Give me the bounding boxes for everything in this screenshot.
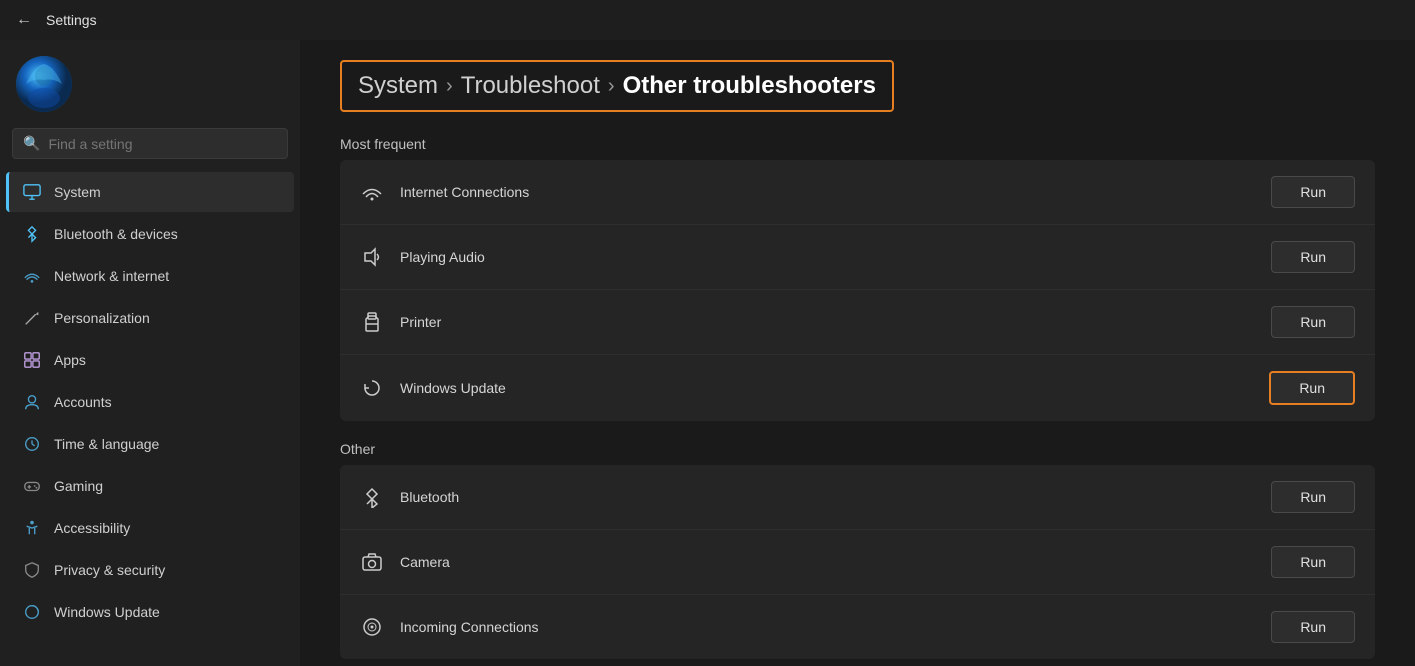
sidebar-item-gaming[interactable]: Gaming [6,466,294,506]
avatar [16,56,72,112]
sidebar-label-system: System [54,184,101,200]
item-label-internet: Internet Connections [400,184,1255,200]
most-frequent-list: Internet Connections Run Playing Audio R… [340,160,1375,421]
troubleshooter-item-audio: Playing Audio Run [340,225,1375,290]
sidebar-label-accounts: Accounts [54,394,112,410]
sidebar-item-personalization[interactable]: Personalization [6,298,294,338]
sidebar-label-network: Network & internet [54,268,169,284]
gaming-icon [22,476,42,496]
troubleshooter-item-windows-update: Windows Update Run [340,355,1375,421]
run-button-incoming[interactable]: Run [1271,611,1355,643]
search-box[interactable]: 🔍 [12,128,288,159]
troubleshooter-item-camera: Camera Run [340,530,1375,595]
breadcrumb-sep2: › [608,75,615,98]
internet-connections-icon [360,180,384,204]
app-title: Settings [46,12,97,28]
breadcrumb-part1: System [358,72,438,100]
windows-update-icon [22,602,42,622]
item-label-windows-update: Windows Update [400,380,1253,396]
sidebar: 🔍 System Bluetooth & devices Network & i… [0,40,300,666]
sidebar-label-accessibility: Accessibility [54,520,130,536]
run-button-bluetooth[interactable]: Run [1271,481,1355,513]
sidebar-item-apps[interactable]: Apps [6,340,294,380]
apps-icon [22,350,42,370]
camera-icon [360,550,384,574]
search-input[interactable] [48,136,277,152]
run-button-audio[interactable]: Run [1271,241,1355,273]
item-label-incoming: Incoming Connections [400,619,1255,635]
sidebar-label-bluetooth: Bluetooth & devices [54,226,178,242]
troubleshooter-item-bluetooth: Bluetooth Run [340,465,1375,530]
sidebar-label-personalization: Personalization [54,310,150,326]
bluetooth-icon [22,224,42,244]
breadcrumb-part2: Troubleshoot [461,72,600,100]
sidebar-item-system[interactable]: System [6,172,294,212]
sidebar-label-time: Time & language [54,436,159,452]
item-label-bluetooth: Bluetooth [400,489,1255,505]
troubleshooter-item-internet: Internet Connections Run [340,160,1375,225]
section-most-frequent-label: Most frequent [340,136,1375,152]
accounts-icon [22,392,42,412]
section-other-label: Other [340,441,1375,457]
sidebar-item-accessibility[interactable]: Accessibility [6,508,294,548]
troubleshooter-item-printer: Printer Run [340,290,1375,355]
sidebar-label-apps: Apps [54,352,86,368]
content-area: System › Troubleshoot › Other troublesho… [300,40,1415,666]
sidebar-item-accounts[interactable]: Accounts [6,382,294,422]
item-label-audio: Playing Audio [400,249,1255,265]
accessibility-icon [22,518,42,538]
sidebar-item-privacy[interactable]: Privacy & security [6,550,294,590]
troubleshooter-item-incoming: Incoming Connections Run [340,595,1375,659]
run-button-printer[interactable]: Run [1271,306,1355,338]
sidebar-item-network[interactable]: Network & internet [6,256,294,296]
breadcrumb-sep1: › [446,75,453,98]
item-label-camera: Camera [400,554,1255,570]
item-label-printer: Printer [400,314,1255,330]
time-icon [22,434,42,454]
incoming-connections-icon [360,615,384,639]
search-icon: 🔍 [23,135,40,152]
sidebar-item-windows-update[interactable]: Windows Update [6,592,294,632]
run-button-internet[interactable]: Run [1271,176,1355,208]
breadcrumb: System › Troubleshoot › Other troublesho… [340,60,894,112]
run-button-camera[interactable]: Run [1271,546,1355,578]
main-layout: 🔍 System Bluetooth & devices Network & i… [0,40,1415,666]
back-button[interactable]: ← [12,8,36,32]
other-list: Bluetooth Run Camera Run Incoming Connec… [340,465,1375,659]
sidebar-label-windows-update: Windows Update [54,604,160,620]
sidebar-item-bluetooth[interactable]: Bluetooth & devices [6,214,294,254]
playing-audio-icon [360,245,384,269]
breadcrumb-current: Other troubleshooters [623,72,876,100]
titlebar: ← Settings [0,0,1415,40]
personalization-icon [22,308,42,328]
sidebar-label-gaming: Gaming [54,478,103,494]
privacy-icon [22,560,42,580]
run-button-windows-update[interactable]: Run [1269,371,1355,405]
sidebar-item-time[interactable]: Time & language [6,424,294,464]
bluetooth-troubleshoot-icon [360,485,384,509]
sidebar-label-privacy: Privacy & security [54,562,165,578]
printer-icon [360,310,384,334]
network-icon [22,266,42,286]
windows-update-troubleshoot-icon [360,376,384,400]
system-icon [22,182,42,202]
